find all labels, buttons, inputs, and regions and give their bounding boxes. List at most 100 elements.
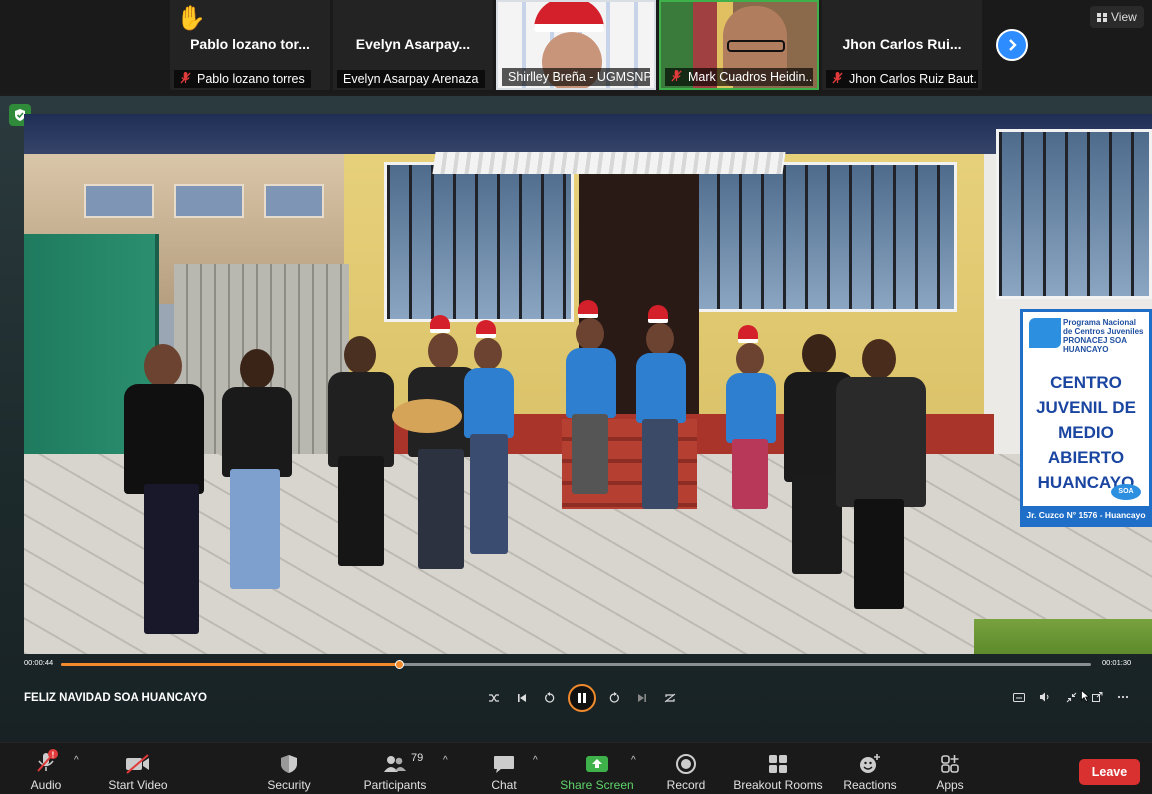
- leave-button[interactable]: Leave: [1079, 759, 1140, 785]
- player-extra-controls: [1008, 686, 1134, 708]
- pronacej-logo: [1029, 318, 1061, 348]
- participant-tile-shirlley[interactable]: Shirlley Breña - UGMSNPL: [496, 0, 656, 90]
- chat-options-caret[interactable]: ^: [533, 755, 538, 766]
- participant-tile-jhon[interactable]: Jhon Carlos Rui... Jhon Carlos Ruiz Baut…: [822, 0, 982, 90]
- raised-hand-icon: ✋: [176, 5, 206, 32]
- dancer: [212, 349, 302, 649]
- volume-button[interactable]: [1034, 686, 1056, 708]
- shuffle-button[interactable]: [480, 684, 508, 712]
- reactions-button[interactable]: Reactions: [840, 743, 900, 794]
- barred-window: [384, 162, 574, 322]
- participant-caption: Shirlley Breña - UGMSNPL: [502, 68, 650, 86]
- grid-icon: [1097, 13, 1107, 22]
- participant-name: Pablo lozano tor...: [190, 36, 310, 52]
- progress-knob[interactable]: [394, 660, 404, 669]
- record-button[interactable]: Record: [663, 743, 709, 794]
- video-progress-bar[interactable]: [61, 660, 1091, 669]
- skip-next-icon: [638, 694, 646, 702]
- muted-microphone-icon: !: [37, 749, 58, 772]
- participant-caption: Evelyn Asarpay Arenaza: [337, 70, 485, 88]
- participant-gallery: ✋ Pablo lozano tor... Pablo lozano torre…: [0, 0, 1152, 94]
- exit-fullscreen-button[interactable]: [1060, 686, 1082, 708]
- breakout-rooms-icon: [769, 755, 787, 773]
- dancer: [824, 339, 934, 639]
- participant-name: Jhon Carlos Rui...: [842, 36, 962, 52]
- start-video-button[interactable]: Start Video: [104, 743, 172, 794]
- breakout-rooms-button[interactable]: Breakout Rooms: [730, 743, 826, 794]
- chat-icon: [494, 756, 514, 773]
- video-title: FELIZ NAVIDAD SOA HUANCAYO: [24, 692, 207, 704]
- zoom-meeting-window: ✋ Pablo lozano tor... Pablo lozano torre…: [0, 0, 1152, 794]
- start-video-label: Start Video: [108, 778, 168, 792]
- participants-button[interactable]: Participants: [358, 743, 432, 794]
- participant-caption: Jhon Carlos Ruiz Baut...: [826, 70, 978, 88]
- participants-options-caret[interactable]: ^: [443, 755, 448, 766]
- audio-button[interactable]: ! Audio: [22, 743, 70, 794]
- more-icon: [1117, 695, 1129, 699]
- chat-button[interactable]: Chat: [482, 743, 526, 794]
- security-button[interactable]: Security: [262, 743, 316, 794]
- share-screen-icon: [586, 756, 608, 772]
- reactions-icon: [860, 754, 880, 773]
- shared-screen: Programa Nacional de Centros Juveniles P…: [0, 96, 1152, 742]
- audio-options-caret[interactable]: ^: [74, 755, 79, 766]
- participant-caption: Mark Cuadros Heidin...: [665, 68, 813, 86]
- skip-previous-icon: [518, 694, 526, 702]
- participant-tile-evelyn[interactable]: Evelyn Asarpay... Evelyn Asarpay Arenaza: [333, 0, 493, 90]
- singer: [462, 320, 522, 634]
- forward-10-button[interactable]: [600, 684, 628, 712]
- sign-small-text: Programa Nacional de Centros Juveniles P…: [1063, 318, 1144, 354]
- singer: [564, 300, 624, 614]
- pop-out-icon: [1091, 692, 1102, 702]
- participant-tile-mark[interactable]: Mark Cuadros Heidin...: [659, 0, 819, 90]
- fast-forward-icon: [609, 692, 619, 703]
- building-window: [84, 184, 154, 218]
- more-options-button[interactable]: [1112, 686, 1134, 708]
- audio-label: Audio: [30, 778, 62, 792]
- previous-button[interactable]: [508, 684, 536, 712]
- share-screen-button[interactable]: Share Screen: [558, 743, 636, 794]
- repeat-button[interactable]: [656, 684, 684, 712]
- apps-button[interactable]: Apps: [928, 743, 972, 794]
- pause-icon: [578, 693, 586, 703]
- meeting-toolbar: ! Audio ^ Start Video Security Participa…: [0, 742, 1152, 794]
- elapsed-time: 00:00:44: [24, 658, 54, 667]
- awning: [432, 152, 786, 174]
- participants-count: 79: [411, 752, 424, 764]
- muted-mic-icon: [180, 72, 191, 84]
- sign-main-text: CENTRO JUVENIL DE MEDIO ABIERTO HUANCAYO: [1036, 373, 1136, 492]
- barred-window: [996, 129, 1152, 299]
- chevron-right-icon: [1009, 39, 1017, 51]
- svg-text:!: !: [52, 751, 55, 760]
- grass: [974, 619, 1152, 654]
- singer: [634, 305, 694, 619]
- participant-tile-pablo[interactable]: ✋ Pablo lozano tor... Pablo lozano torre…: [170, 0, 330, 90]
- total-duration: 00:01:30: [1102, 658, 1132, 667]
- santa-hat: [534, 2, 604, 32]
- participant-name: Evelyn Asarpay...: [355, 36, 471, 52]
- minimize-icon: [1066, 692, 1076, 702]
- captions-button[interactable]: [1008, 686, 1030, 708]
- centro-juvenil-sign: Programa Nacional de Centros Juveniles P…: [1020, 309, 1152, 527]
- participants-icon: [384, 756, 406, 772]
- shuffle-icon: [489, 694, 499, 702]
- mouse-cursor-icon: [1081, 690, 1090, 702]
- gallery-next-button[interactable]: [996, 29, 1028, 61]
- view-button[interactable]: View: [1090, 6, 1144, 28]
- video-frame[interactable]: Programa Nacional de Centros Juveniles P…: [24, 114, 1152, 654]
- roof-banner: [24, 114, 1152, 154]
- apps-icon: [941, 755, 959, 773]
- participants-label: Participants: [363, 778, 427, 792]
- breakout-rooms-label: Breakout Rooms: [733, 778, 823, 792]
- chat-label: Chat: [491, 778, 517, 792]
- pause-button[interactable]: [568, 684, 596, 712]
- next-button[interactable]: [628, 684, 656, 712]
- rewind-10-button[interactable]: [536, 684, 564, 712]
- apps-label: Apps: [936, 778, 964, 792]
- captions-icon: [1013, 692, 1025, 702]
- playback-controls: [480, 682, 684, 714]
- share-options-caret[interactable]: ^: [631, 755, 636, 766]
- barred-window: [692, 162, 957, 312]
- muted-mic-icon: [832, 72, 843, 84]
- guitar: [392, 399, 462, 433]
